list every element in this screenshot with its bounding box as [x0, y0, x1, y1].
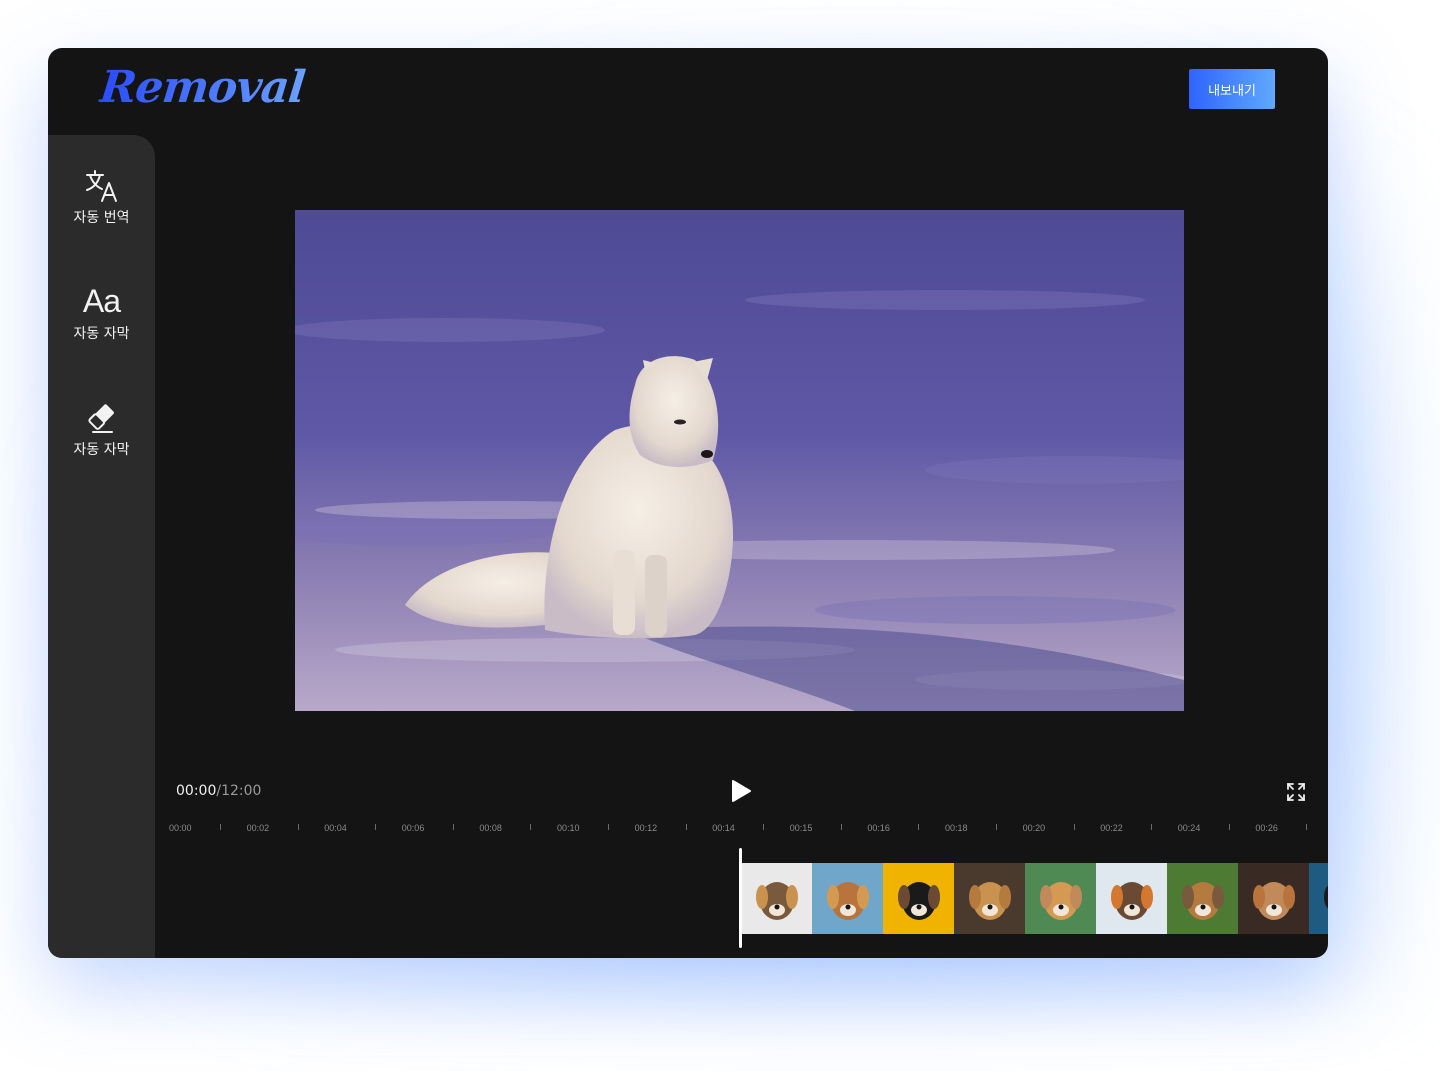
dog-nose — [987, 904, 993, 910]
dog-image — [827, 882, 869, 920]
timeline-tick-mark — [297, 824, 299, 830]
clip-thumbnail-spaniel-puppy[interactable] — [1238, 863, 1309, 934]
time-display: 00:00/12:00 — [176, 783, 261, 799]
timeline-ruler[interactable]: 00:00 00:02 00:04 00:06 00:08 00:10 00:12 00:14… — [155, 820, 1328, 840]
dog-ear — [999, 885, 1011, 909]
translate-icon — [48, 165, 155, 205]
sidebar-item-auto-subtitle[interactable]: Aa 자동 자막 — [48, 281, 155, 343]
timeline-tick-mark — [530, 824, 532, 830]
dog-nose — [1129, 904, 1135, 910]
clip-thumbnail-beagle[interactable] — [1025, 863, 1096, 934]
clip-thumbnail-collie-dog[interactable] — [741, 863, 812, 934]
timeline-tick-label: 00:24 — [1177, 823, 1201, 833]
dog-nose — [1271, 904, 1277, 910]
timeline-tick-label: 00:06 — [401, 823, 425, 833]
clip-thumbnail-golden-puppy[interactable] — [954, 863, 1025, 934]
timeline-tick-mark — [1306, 824, 1308, 830]
timeline-tick-label: 00:26 — [1255, 823, 1278, 833]
sidebar-item-label: 자동 자막 — [73, 326, 130, 342]
editor-window: Removal 내보내기 자동 번역 Aa 자동 자막 자동 자막 00:00/… — [48, 48, 1328, 958]
dog-ear — [1283, 885, 1295, 909]
playhead[interactable] — [739, 848, 742, 948]
dog-image — [969, 882, 1011, 920]
total-time: /12:00 — [216, 783, 262, 799]
export-button[interactable]: 내보내기 — [1189, 69, 1275, 109]
timeline-tick-label: 00:14 — [712, 823, 735, 833]
dog-image — [1182, 882, 1224, 920]
timeline-tick-mark — [685, 824, 687, 830]
text-aa-icon: Aa — [82, 283, 121, 319]
dog-image — [1253, 882, 1295, 920]
dog-ear — [928, 885, 940, 909]
dog-image — [1324, 885, 1328, 909]
sidebar-item-subtitle-eraser[interactable]: 자동 자막 — [48, 397, 155, 459]
dog-ear — [786, 885, 798, 909]
dog-nose — [1058, 904, 1064, 910]
dog-nose — [845, 904, 851, 910]
current-time: 00:00 — [176, 783, 217, 799]
dog-ear — [898, 885, 910, 909]
video-preview[interactable] — [295, 210, 1184, 711]
dog-nose — [916, 904, 922, 910]
dog-image — [756, 882, 798, 920]
dog-ear — [1253, 885, 1265, 909]
dog-ear — [1040, 885, 1052, 909]
timeline-tick-label: 00:22 — [1100, 823, 1123, 833]
clip-thumbnail-dog-on-beach[interactable] — [812, 863, 883, 934]
timeline-clip-track[interactable] — [741, 863, 1328, 934]
timeline-tick-mark — [1073, 824, 1075, 830]
dog-ear — [827, 885, 839, 909]
dog-nose — [1200, 904, 1206, 910]
timeline-tick-label: 00:04 — [324, 823, 347, 833]
sidebar-item-auto-translate[interactable]: 자동 번역 — [48, 165, 155, 227]
sidebar-item-label: 자동 자막 — [73, 442, 130, 458]
timeline-tick-mark — [840, 824, 842, 830]
timeline-tick-mark — [918, 824, 920, 830]
dog-ear — [1141, 885, 1153, 909]
dog-ear — [1324, 885, 1328, 909]
timeline-tick-mark — [1228, 824, 1230, 830]
dog-image — [898, 882, 940, 920]
timeline-tick-label: 00:00 — [169, 823, 192, 833]
clip-thumbnail-black-pug[interactable] — [883, 863, 954, 934]
dog-nose — [774, 904, 780, 910]
timeline-tick-mark — [996, 824, 997, 830]
dog-ear — [756, 885, 768, 909]
dog-ear — [969, 885, 981, 909]
tool-sidebar: 자동 번역 Aa 자동 자막 자동 자막 — [48, 135, 155, 958]
clip-thumbnail-shiba-dog[interactable] — [1309, 863, 1328, 934]
dog-image — [1040, 882, 1082, 920]
timeline-tick-mark — [763, 824, 765, 830]
timeline-tick-label: 00:20 — [1022, 823, 1046, 833]
dog-ear — [1111, 885, 1123, 909]
arctic-fox-image — [295, 210, 1184, 711]
timeline-tick-mark — [608, 824, 609, 830]
fullscreen-button[interactable] — [1286, 782, 1306, 802]
timeline-tick-label: 00:10 — [557, 823, 580, 833]
dog-ear — [857, 885, 869, 909]
timeline-tick-mark — [1151, 824, 1153, 830]
play-icon — [732, 780, 751, 802]
clip-thumbnail-running-dog[interactable] — [1167, 863, 1238, 934]
app-logo[interactable]: Removal — [97, 62, 307, 113]
timeline-tick-label: 00:16 — [867, 823, 890, 833]
eraser-icon — [48, 397, 155, 437]
dog-ear — [1182, 885, 1194, 909]
timeline-tick-label: 00:02 — [246, 823, 270, 833]
timeline-tick-mark — [452, 824, 454, 830]
dog-ear — [1212, 885, 1224, 909]
timeline-tick-label: 00:15 — [789, 823, 813, 833]
timeline-tick-label: 00:08 — [479, 823, 502, 833]
dog-image — [1111, 882, 1153, 920]
play-button[interactable] — [728, 778, 754, 804]
timeline-tick-mark — [220, 824, 221, 830]
dog-ear — [1070, 885, 1082, 909]
timeline-tick-mark — [375, 824, 377, 830]
timeline-tick-label: 00:18 — [945, 823, 968, 833]
fullscreen-icon — [1287, 783, 1305, 801]
timeline-tick-label: 00:12 — [634, 823, 658, 833]
sidebar-item-label: 자동 번역 — [73, 210, 130, 226]
clip-thumbnail-aussie-dog[interactable] — [1096, 863, 1167, 934]
